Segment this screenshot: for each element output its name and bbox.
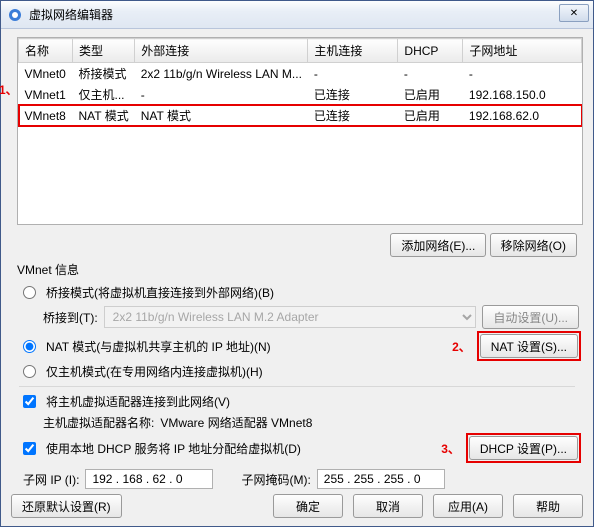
- check-use-dhcp[interactable]: [23, 442, 36, 455]
- label-connect-host: 将主机虚拟适配器连接到此网络(V): [46, 393, 230, 410]
- close-icon: ✕: [570, 8, 578, 19]
- table-row[interactable]: VMnet1 仅主机... - 已连接 已启用 192.168.150.0: [19, 84, 582, 105]
- remove-network-button[interactable]: 移除网络(O): [490, 233, 577, 257]
- radio-nat[interactable]: [23, 340, 36, 353]
- label-subnet-mask: 子网掩码(M):: [241, 471, 310, 488]
- col-name[interactable]: 名称: [19, 39, 73, 63]
- annotation-1: 1、: [0, 81, 18, 98]
- label-nat: NAT 模式(与虚拟机共享主机的 IP 地址)(N): [46, 338, 271, 355]
- col-dhcp[interactable]: DHCP: [398, 39, 463, 63]
- app-icon: [7, 7, 23, 23]
- table-row[interactable]: VMnet0 桥接模式 2x2 11b/g/n Wireless LAN M..…: [19, 63, 582, 85]
- close-button[interactable]: ✕: [559, 4, 589, 22]
- label-bridged: 桥接模式(将虚拟机直接连接到外部网络)(B): [46, 284, 274, 301]
- separator: [19, 386, 575, 387]
- annotation-3: 3、: [441, 440, 460, 457]
- radio-bridged[interactable]: [23, 286, 36, 299]
- col-subnet[interactable]: 子网地址: [463, 39, 582, 63]
- host-adapter-name-value: VMware 网络适配器 VMnet8: [160, 414, 312, 431]
- col-external[interactable]: 外部连接: [135, 39, 308, 63]
- dhcp-settings-button[interactable]: DHCP 设置(P)...: [469, 436, 578, 460]
- label-subnet-ip: 子网 IP (I):: [23, 471, 79, 488]
- window-title: 虚拟网络编辑器: [29, 6, 113, 23]
- bridge-adapter-select[interactable]: 2x2 11b/g/n Wireless LAN M.2 Adapter: [104, 306, 477, 328]
- label-bridge-to: 桥接到(T):: [43, 309, 98, 326]
- ok-button[interactable]: 确定: [273, 494, 343, 518]
- subnet-mask-input[interactable]: [317, 469, 445, 489]
- network-table-header[interactable]: 名称 类型 外部连接 主机连接 DHCP 子网地址: [19, 39, 582, 63]
- vmnet-info-title: VMnet 信息: [17, 261, 579, 278]
- help-button[interactable]: 帮助: [513, 494, 583, 518]
- window-titlebar: 虚拟网络编辑器 ✕: [1, 1, 593, 29]
- col-type[interactable]: 类型: [73, 39, 135, 63]
- restore-defaults-button[interactable]: 还原默认设置(R): [11, 494, 122, 518]
- subnet-ip-input[interactable]: [85, 469, 213, 489]
- label-use-dhcp: 使用本地 DHCP 服务将 IP 地址分配给虚拟机(D): [46, 440, 301, 457]
- table-row-selected[interactable]: VMnet8 NAT 模式 NAT 模式 已连接 已启用 192.168.62.…: [19, 105, 582, 126]
- nat-settings-button[interactable]: NAT 设置(S)...: [480, 334, 578, 358]
- auto-config-button[interactable]: 自动设置(U)...: [482, 305, 579, 329]
- label-host-adapter-name: 主机虚拟适配器名称:: [43, 414, 154, 431]
- add-network-button[interactable]: 添加网络(E)...: [390, 233, 486, 257]
- network-table[interactable]: 名称 类型 外部连接 主机连接 DHCP 子网地址 VMnet0 桥接模式 2x…: [17, 37, 583, 225]
- radio-hostonly[interactable]: [23, 365, 36, 378]
- annotation-2: 2、: [452, 338, 471, 355]
- col-host[interactable]: 主机连接: [308, 39, 398, 63]
- cancel-button[interactable]: 取消: [353, 494, 423, 518]
- apply-button[interactable]: 应用(A): [433, 494, 503, 518]
- label-hostonly: 仅主机模式(在专用网络内连接虚拟机)(H): [46, 363, 263, 380]
- vmnet-info-group: VMnet 信息 桥接模式(将虚拟机直接连接到外部网络)(B) 桥接到(T): …: [15, 261, 579, 489]
- check-connect-host[interactable]: [23, 395, 36, 408]
